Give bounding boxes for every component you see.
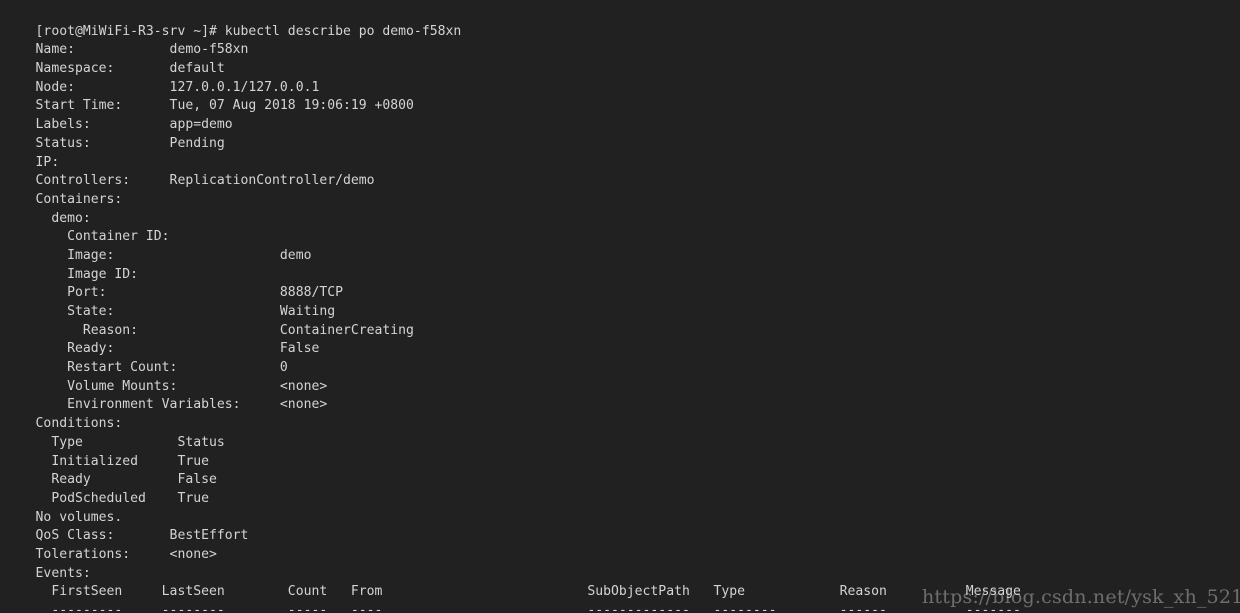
terminal-line-pod-controllers: Controllers: ReplicationController/demo — [4, 154, 1240, 188]
events-section-label: Events: — [35, 565, 91, 581]
container-volume-mounts-row: Volume Mounts: <none> — [35, 378, 328, 394]
container-image-row: Image: demo — [35, 247, 312, 263]
terminal-line-prompt: [root@MiWiFi-R3-srv ~]# kubectl describe… — [4, 4, 1240, 39]
events-header-row: FirstSeen LastSeen Count From SubObjectP… — [35, 584, 1021, 600]
pod-namespace-row: Namespace: default — [35, 61, 225, 77]
pod-start-time-row: Start Time: Tue, 07 Aug 2018 19:06:19 +0… — [35, 98, 414, 114]
containers-section-label: Containers: — [35, 191, 123, 207]
conditions-section-label: Conditions: — [35, 416, 123, 432]
container-name-row: demo: — [35, 210, 91, 226]
qos-class-row: QoS Class: BestEffort — [35, 528, 249, 544]
terminal-line-container-image: Image: demo — [4, 228, 1240, 263]
no-volumes-row: No volumes. — [35, 509, 123, 525]
container-state-row: State: Waiting — [35, 304, 336, 320]
events-separator-row: --------- -------- ----- ---- ----------… — [35, 603, 1021, 613]
pod-name-row: Name: demo-f58xn — [35, 42, 249, 58]
conditions-header-row: Type Status — [35, 434, 225, 450]
terminal-line-qos-class: QoS Class: BestEffort — [4, 509, 1240, 543]
terminal-line-container-name: demo: — [4, 191, 1240, 226]
pod-status-row: Status: Pending — [35, 135, 225, 151]
pod-node-row: Node: 127.0.0.1/127.0.0.1 — [35, 79, 320, 95]
condition-row-initialized: Initialized True — [35, 453, 209, 469]
tolerations-row: Tolerations: <none> — [35, 546, 217, 562]
pod-controllers-row: Controllers: ReplicationController/demo — [35, 173, 375, 189]
terminal-line-container-port: Port: 8888/TCP — [4, 266, 1240, 300]
container-port-row: Port: 8888/TCP — [35, 285, 343, 301]
pod-labels-row: Labels: app=demo — [35, 117, 233, 133]
condition-row-ready: Ready False — [35, 472, 217, 488]
terminal-line-container-id: Container ID: — [4, 210, 1240, 244]
terminal-line-conditions-column-headers: Type Status — [4, 415, 1240, 450]
terminal-window[interactable]: [root@MiWiFi-R3-srv ~]# kubectl describe… — [0, 0, 1240, 613]
container-restart-count-row: Restart Count: 0 — [35, 360, 288, 376]
condition-row-podscheduled: PodScheduled True — [35, 490, 209, 506]
container-ready-row: Ready: False — [35, 341, 320, 357]
container-image-id-row: Image ID: — [35, 266, 139, 282]
container-state-reason-row: Reason: ContainerCreating — [35, 322, 414, 338]
container-environment-variables-row: Environment Variables: <none> — [35, 397, 328, 413]
terminal-line-events-column-headers: FirstSeen LastSeen Count From SubObjectP… — [4, 565, 1240, 599]
container-id-row: Container ID: — [35, 229, 170, 245]
shell-prompt-command: [root@MiWiFi-R3-srv ~]# kubectl describe… — [35, 23, 462, 39]
pod-ip-row: IP: — [35, 154, 60, 170]
